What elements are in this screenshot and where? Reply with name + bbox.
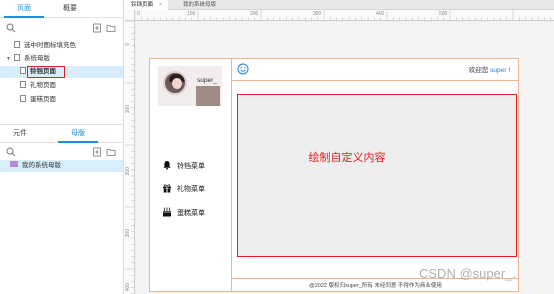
- selected-page-outline: [27, 66, 65, 78]
- menu-item-gift[interactable]: 礼物菜单: [162, 183, 205, 195]
- content-placeholder-text: 绘制自定义内容: [308, 151, 386, 164]
- menu-item-label: 蛋糕菜单: [177, 210, 205, 217]
- expand-arrow-icon[interactable]: ▼: [6, 53, 14, 65]
- menu-item-label: 礼物菜单: [177, 186, 205, 193]
- page-item-label: 蛋糕页面: [30, 96, 56, 103]
- lower-panel-tabs: 元件 母版: [0, 125, 124, 143]
- header-divider: [232, 80, 519, 81]
- page-icon: [20, 67, 26, 74]
- close-icon[interactable]: ×: [159, 2, 162, 8]
- design-canvas[interactable]: super_ 铃铛菜单 礼物菜单 蛋糕菜单 欢迎您 super ! 绘制自定义内…: [136, 22, 554, 294]
- gift-icon: [163, 184, 171, 193]
- doc-tab-label: 我的系统母版: [183, 2, 217, 8]
- add-master-icon[interactable]: [92, 147, 102, 157]
- master-item-label: 我的系统母版: [22, 162, 61, 169]
- sidebar-divider: [231, 59, 232, 292]
- ruler-corner: [125, 10, 135, 21]
- menu-item-bell[interactable]: 铃铛菜单: [162, 160, 205, 172]
- ruler-label: 0: [137, 11, 140, 17]
- ruler-label: 500: [439, 11, 448, 17]
- watermark: CSDN @super_.: [419, 266, 517, 281]
- doc-tab-bell[interactable]: 铃铛页面 ×: [125, 0, 169, 10]
- ruler-label: 100: [125, 105, 131, 114]
- document-tabs: 铃铛页面 × 我的系统母版: [125, 0, 554, 10]
- custom-content-area[interactable]: 绘制自定义内容: [237, 94, 517, 257]
- ruler-label: 0: [125, 43, 131, 46]
- ruler-label: 200: [250, 11, 259, 17]
- add-page-icon[interactable]: [92, 23, 102, 33]
- smile-icon: [237, 63, 249, 75]
- tab-widgets[interactable]: 元件: [0, 125, 40, 143]
- page-icon: [20, 95, 26, 102]
- menu-item-label: 铃铛菜单: [177, 163, 205, 170]
- add-folder-icon[interactable]: [106, 147, 116, 157]
- search-icon[interactable]: [6, 147, 16, 157]
- welcome-prefix: 欢迎您: [468, 67, 489, 74]
- cake-icon: [163, 207, 171, 217]
- page-item-icon-fill[interactable]: 选中时图标填充色: [14, 40, 76, 52]
- bell-icon: [163, 161, 171, 170]
- page-item-cake[interactable]: 蛋糕页面: [20, 94, 56, 106]
- welcome-text: 欢迎您 super !: [469, 64, 510, 74]
- designed-page[interactable]: super_ 铃铛菜单 礼物菜单 蛋糕菜单 欢迎您 super ! 绘制自定义内…: [149, 58, 519, 292]
- page-item-label: 选中时图标填充色: [24, 42, 76, 49]
- left-panel-tabs: 页面 概要: [0, 0, 124, 18]
- ruler-label: 300: [125, 229, 131, 238]
- page-icon: [20, 81, 26, 88]
- ruler-label: 300: [313, 11, 322, 17]
- welcome-user[interactable]: super: [490, 67, 506, 74]
- page-icon: [14, 54, 20, 61]
- ruler-horizontal: 0 100 200 300 400 500: [135, 10, 554, 21]
- ruler-label: 400: [125, 283, 131, 292]
- ruler-label: 400: [376, 11, 385, 17]
- footer-copyright: @2022 版权归super_所有 未经同意 不得作为商业使用: [309, 283, 442, 289]
- page-item-label: 系统母版: [24, 55, 50, 62]
- doc-tab-master[interactable]: 我的系统母版: [177, 0, 222, 10]
- ruler-vertical: 0 100 200 300 400: [125, 21, 135, 294]
- profile-thumbnail: [196, 86, 220, 106]
- left-panel: 页面 概要 选中时图标填充色 ▼ 系统母版 铃铛页面 礼物页面 蛋糕页面 元件 母…: [0, 0, 124, 294]
- search-icon[interactable]: [6, 23, 16, 33]
- master-icon: [10, 161, 18, 167]
- workspace: 铃铛页面 × 我的系统母版 0 100 200 300 400 500 0 100…: [125, 0, 554, 294]
- page-icon: [14, 41, 20, 48]
- avatar-face: [172, 78, 182, 89]
- ruler-ticks: [125, 21, 135, 294]
- avatar[interactable]: [163, 71, 187, 95]
- tab-masters[interactable]: 母版: [58, 125, 98, 143]
- master-item[interactable]: 我的系统母版: [10, 160, 61, 172]
- tab-pages[interactable]: 页面: [4, 0, 44, 18]
- menu-item-cake[interactable]: 蛋糕菜单: [162, 207, 205, 219]
- page-item-system-master[interactable]: ▼ 系统母版: [6, 53, 50, 65]
- ruler-label: 100: [187, 11, 196, 17]
- pages-toolbar: [0, 20, 124, 36]
- page-item-label: 礼物页面: [30, 82, 56, 89]
- add-folder-icon[interactable]: [106, 23, 116, 33]
- tab-outline[interactable]: 概要: [50, 0, 90, 18]
- ruler-label: 200: [125, 167, 131, 176]
- profile-username: super_: [197, 77, 217, 84]
- doc-tab-label: 铃铛页面: [131, 2, 154, 8]
- masters-toolbar: [0, 144, 124, 160]
- ruler-ticks: [135, 10, 552, 21]
- page-item-gift[interactable]: 礼物页面: [20, 80, 56, 92]
- welcome-suffix: !: [508, 67, 510, 74]
